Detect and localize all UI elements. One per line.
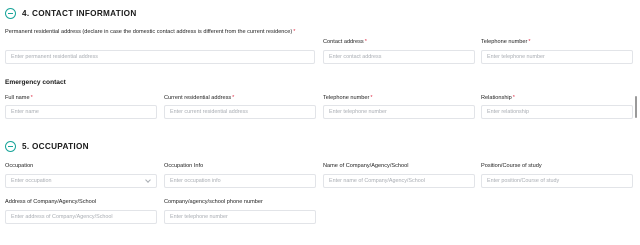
label-text: Current residential address <box>164 95 232 101</box>
company-name-input[interactable]: Enter name of Company/Agency/School <box>323 174 475 188</box>
emergency-telephone-label: Telephone number* <box>323 94 475 102</box>
contact-address-label: Contact address* <box>323 38 475 46</box>
label-text: Address of Company/Agency/School <box>5 199 97 205</box>
occupation-select-value: Enter occupation <box>11 178 52 184</box>
company-phone-input[interactable]: Enter telephone number <box>164 210 316 224</box>
position-input[interactable]: Enter position/Course of study <box>481 174 633 188</box>
company-phone-label: Company/agency/school phone number <box>164 198 316 206</box>
label-text: Name of Company/Agency/School <box>323 163 409 169</box>
section-header-contact: 4. CONTACT INFORMATION <box>5 8 137 19</box>
current-address-label: Current residential address* <box>164 94 316 102</box>
emergency-relationship-input[interactable]: Enter relationship <box>481 105 633 119</box>
emergency-telephone-input[interactable]: Enter telephone number <box>323 105 475 119</box>
telephone-input[interactable]: Enter telephone number <box>481 50 633 64</box>
required-mark: * <box>512 95 515 101</box>
company-address-field: Address of Company/Agency/School Enter a… <box>5 198 157 224</box>
emergency-full-name-input[interactable]: Enter name <box>5 105 157 119</box>
company-name-field: Name of Company/Agency/School Enter name… <box>323 162 475 188</box>
position-field: Position/Course of study Enter position/… <box>481 162 633 188</box>
telephone-label: Telephone number* <box>481 38 633 46</box>
required-mark: * <box>30 95 33 101</box>
collapse-section-icon[interactable] <box>5 8 16 19</box>
label-text: Telephone number <box>323 95 370 101</box>
label-text: Telephone number <box>481 39 528 45</box>
emergency-current-address-input[interactable]: Enter current residential address <box>164 105 316 119</box>
company-phone-field: Company/agency/school phone number Enter… <box>164 198 316 224</box>
label-text: Permanent residential address (declare i… <box>5 29 293 35</box>
required-mark: * <box>370 95 373 101</box>
emergency-telephone-field: Telephone number* Enter telephone number <box>323 94 475 119</box>
occupation-info-label: Occupation Info <box>164 162 316 170</box>
company-address-label: Address of Company/Agency/School <box>5 198 157 206</box>
telephone-field: Telephone number* Enter telephone number <box>481 28 633 64</box>
full-name-label: Full name* <box>5 94 157 102</box>
company-address-input[interactable]: Enter address of Company/Agency/School <box>5 210 157 224</box>
label-text: Occupation <box>5 163 34 169</box>
chevron-down-icon <box>145 177 151 183</box>
occupation-field: Occupation Enter occupation <box>5 162 157 188</box>
occupation-select[interactable]: Enter occupation <box>5 174 157 188</box>
label-text: Contact address <box>323 39 364 45</box>
section-title: 4. CONTACT INFORMATION <box>22 9 137 18</box>
collapse-section-icon[interactable] <box>5 141 16 152</box>
required-mark: * <box>528 39 531 45</box>
scrollbar-thumb[interactable] <box>635 96 637 118</box>
occupation-label: Occupation <box>5 162 157 170</box>
permanent-address-label: Permanent residential address (declare i… <box>5 28 315 36</box>
emergency-contact-heading: Emergency contact <box>5 79 66 86</box>
required-mark: * <box>293 29 296 35</box>
label-text: Occupation Info <box>164 163 204 169</box>
emergency-current-address-field: Current residential address* Enter curre… <box>164 94 316 119</box>
contact-address-field: Contact address* Enter contact address <box>323 28 475 64</box>
occupation-info-input[interactable]: Enter occupation info <box>164 174 316 188</box>
occupation-info-field: Occupation Info Enter occupation info <box>164 162 316 188</box>
emergency-relationship-field: Relationship* Enter relationship <box>481 94 633 119</box>
label-text: Position/Course of study <box>481 163 542 169</box>
section-title: 5. OCCUPATION <box>22 142 89 151</box>
required-mark: * <box>232 95 235 101</box>
label-text: Company/agency/school phone number <box>164 199 263 205</box>
required-mark: * <box>364 39 367 45</box>
contact-address-input[interactable]: Enter contact address <box>323 50 475 64</box>
label-text: Relationship <box>481 95 512 101</box>
section-header-occupation: 5. OCCUPATION <box>5 141 89 152</box>
relationship-label: Relationship* <box>481 94 633 102</box>
position-label: Position/Course of study <box>481 162 633 170</box>
label-text: Full name <box>5 95 30 101</box>
permanent-address-input[interactable]: Enter permanent residential address <box>5 50 315 64</box>
emergency-full-name-field: Full name* Enter name <box>5 94 157 119</box>
permanent-address-field: Permanent residential address (declare i… <box>5 28 315 64</box>
company-name-label: Name of Company/Agency/School <box>323 162 475 170</box>
